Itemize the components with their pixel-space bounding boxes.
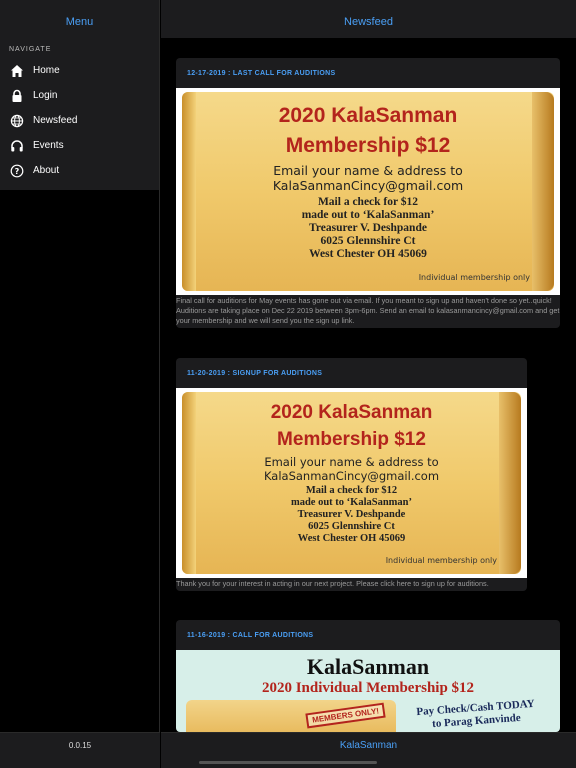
nav-item-about[interactable]: ? About [0, 158, 159, 183]
lock-icon [9, 88, 25, 104]
poster-text: Membership $12 [285, 134, 451, 157]
home-indicator[interactable] [199, 761, 377, 764]
membership-poster-image: 2020 KalaSanman Membership $12 Email you… [176, 88, 560, 295]
globe-icon [9, 113, 25, 129]
nav-item-label: About [33, 165, 60, 176]
membership-poster-image: 2020 KalaSanman Membership $12 Email you… [176, 388, 527, 578]
menu-title: Menu [65, 16, 94, 28]
poster-text: Email your name & address to [264, 455, 439, 469]
menu-header: Menu [0, 0, 159, 38]
nav-item-label: Newsfeed [33, 115, 78, 126]
poster-text: 2020 KalaSanman [270, 402, 433, 423]
poster-text: Mail a check for $12 [305, 485, 398, 496]
post-body: Final call for auditions for May events … [176, 296, 560, 325]
feed-title: Newsfeed [344, 16, 393, 28]
nav-item-label: Home [33, 65, 60, 76]
question-icon: ? [9, 163, 25, 179]
post-body: Thank you for your interest in acting in… [176, 579, 489, 588]
news-post[interactable]: 12-17-2019 : LAST CALL FOR AUDITIONS 202… [176, 58, 560, 328]
post-heading: 11-16-2019 : CALL FOR AUDITIONS [187, 631, 314, 639]
nav-item-login[interactable]: Login [0, 83, 159, 108]
poster-text: made out to ‘KalaSanman’ [301, 209, 435, 221]
poster-text: Membership $12 [277, 429, 426, 450]
poster-text: 2020 KalaSanman [278, 104, 458, 127]
poster-text: made out to ‘KalaSanman’ [290, 497, 413, 508]
poster-text: 6025 Glennshire Ct [308, 521, 395, 532]
nav-item-home[interactable]: Home [0, 58, 159, 83]
news-post[interactable]: 11-16-2019 : CALL FOR AUDITIONS KalaSanm… [176, 620, 560, 732]
nav-item-events[interactable]: Events [0, 133, 159, 158]
post-heading: 11-20-2019 : SIGNUP FOR AUDITIONS [187, 369, 323, 377]
menu-panel: Menu NAVIGATE Home Login Newsfeed Events… [0, 0, 160, 768]
membership-poster-image: KalaSanman 2020 Individual Membership $1… [176, 650, 560, 732]
poster-text: West Chester OH 45069 [297, 533, 406, 544]
poster-text: KalaSanmanCincy@gmail.com [272, 178, 464, 193]
nav-heading: NAVIGATE [9, 46, 52, 53]
nav-item-label: Events [33, 140, 64, 151]
poster-text: Pay Check/Cash TODAY to Parag Kanvinde [416, 697, 535, 731]
news-post[interactable]: 11-20-2019 : SIGNUP FOR AUDITIONS 2020 K… [176, 358, 527, 591]
nav-item-label: Login [33, 90, 58, 101]
svg-text:?: ? [15, 167, 20, 176]
headphones-icon [9, 138, 25, 154]
poster-text: KalaSanmanCincy@gmail.com [263, 469, 440, 483]
feed-header: Newsfeed [161, 0, 576, 38]
poster-text: Treasurer V. Deshpande [309, 222, 427, 234]
poster-text: 2020 Individual Membership $12 [261, 680, 475, 696]
poster-text: West Chester OH 45069 [309, 248, 427, 260]
poster-text: Individual membership only [418, 273, 530, 282]
nav-item-newsfeed[interactable]: Newsfeed [0, 108, 159, 133]
newsfeed-panel: Newsfeed 12-17-2019 : LAST CALL FOR AUDI… [161, 0, 576, 768]
home-icon [9, 63, 25, 79]
poster-text: Mail a check for $12 [317, 196, 419, 208]
version-label: 0.0.15 [0, 732, 160, 768]
poster-text: Email your name & address to [273, 163, 463, 178]
poster-text: 6025 Glennshire Ct [320, 235, 416, 247]
poster-text: Individual membership only [385, 556, 497, 565]
post-heading: 12-17-2019 : LAST CALL FOR AUDITIONS [187, 69, 336, 77]
poster-text: Treasurer V. Deshpande [297, 509, 406, 520]
nav-list: NAVIGATE Home Login Newsfeed Events ? Ab… [0, 38, 159, 190]
poster-text: KalaSanman [306, 654, 430, 679]
